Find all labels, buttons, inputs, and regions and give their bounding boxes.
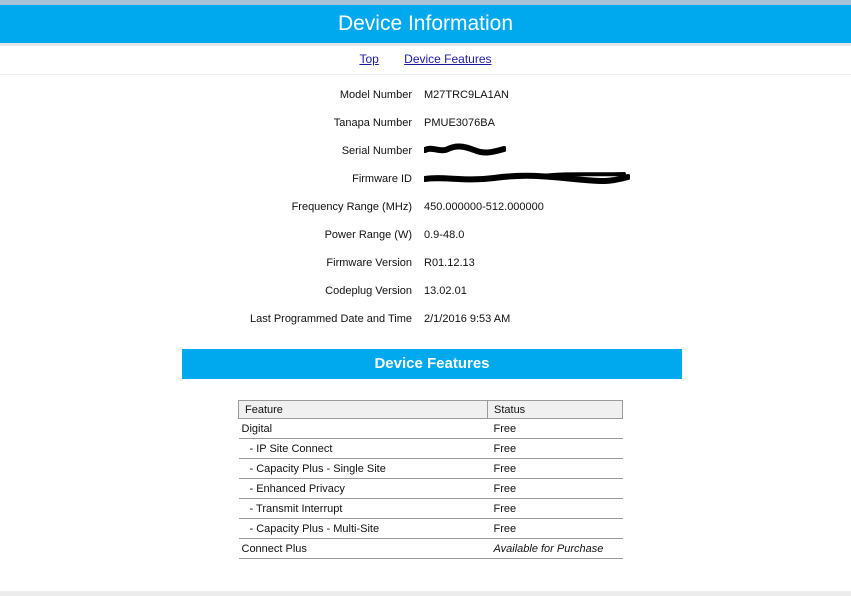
status-cell: Free bbox=[487, 418, 623, 439]
redaction-scribble bbox=[424, 172, 630, 185]
page-title: Device Information bbox=[0, 5, 851, 43]
table-row: - Transmit Interrupt Free bbox=[238, 498, 623, 519]
status-cell: Free bbox=[487, 518, 623, 539]
feature-cell: - Capacity Plus - Single Site bbox=[238, 458, 488, 479]
table-row: - IP Site Connect Free bbox=[238, 438, 623, 459]
firmware-version-value: R01.12.13 bbox=[424, 257, 475, 269]
feature-cell: Connect Plus bbox=[238, 538, 488, 559]
table-header-row: Feature Status bbox=[238, 400, 623, 419]
firmware-version-label: Firmware Version bbox=[326, 257, 412, 269]
feature-cell: - IP Site Connect bbox=[238, 438, 488, 459]
table-row: Connect Plus Available for Purchase bbox=[238, 538, 623, 559]
firmware-id-value bbox=[424, 172, 630, 185]
serial-number-value bbox=[424, 143, 506, 157]
power-range-value: 0.9-48.0 bbox=[424, 229, 465, 241]
table-row: - Enhanced Privacy Free bbox=[238, 478, 623, 499]
features-table: Feature Status Digital Free - IP Site Co… bbox=[238, 400, 623, 559]
feature-cell: - Capacity Plus - Multi-Site bbox=[238, 518, 488, 539]
codeplug-version-value: 13.02.01 bbox=[424, 285, 467, 297]
feature-cell: Digital bbox=[238, 418, 488, 439]
model-number-value: M27TRC9LA1AN bbox=[424, 89, 509, 101]
page-bottom-divider bbox=[0, 591, 851, 596]
feature-cell: - Enhanced Privacy bbox=[238, 478, 488, 499]
device-features-heading: Device Features bbox=[182, 349, 682, 379]
status-cell: Available for Purchase bbox=[487, 538, 623, 559]
last-programmed-value: 2/1/2016 9:53 AM bbox=[424, 313, 511, 325]
header-divider bbox=[0, 43, 851, 46]
tanapa-number-value: PMUE3076BA bbox=[424, 117, 495, 129]
info-row-codeplug-version: Codeplug Version 13.02.01 bbox=[0, 285, 851, 301]
status-column-header: Status bbox=[487, 400, 623, 419]
table-row: Digital Free bbox=[238, 418, 623, 439]
device-features-link[interactable]: Device Features bbox=[404, 52, 491, 66]
nav-divider bbox=[0, 74, 851, 75]
feature-cell: - Transmit Interrupt bbox=[238, 498, 488, 519]
top-link[interactable]: Top bbox=[359, 52, 378, 66]
info-row-tanapa-number: Tanapa Number PMUE3076BA bbox=[0, 117, 851, 133]
frequency-range-label: Frequency Range (MHz) bbox=[291, 201, 412, 213]
info-row-firmware-version: Firmware Version R01.12.13 bbox=[0, 257, 851, 273]
feature-column-header: Feature bbox=[238, 400, 488, 419]
table-row: - Capacity Plus - Single Site Free bbox=[238, 458, 623, 479]
tanapa-number-label: Tanapa Number bbox=[333, 117, 412, 129]
info-row-serial-number: Serial Number bbox=[0, 143, 851, 161]
device-information-page: Device Information Top Device Features M… bbox=[0, 0, 851, 596]
info-row-firmware-id: Firmware ID bbox=[0, 172, 851, 189]
codeplug-version-label: Codeplug Version bbox=[325, 285, 412, 297]
info-row-last-programmed: Last Programmed Date and Time 2/1/2016 9… bbox=[0, 313, 851, 329]
redaction-scribble bbox=[424, 143, 506, 157]
serial-number-label: Serial Number bbox=[341, 145, 412, 157]
status-cell: Free bbox=[487, 438, 623, 459]
last-programmed-label: Last Programmed Date and Time bbox=[249, 313, 412, 325]
model-number-label: Model Number bbox=[339, 89, 412, 101]
status-cell: Free bbox=[487, 458, 623, 479]
info-row-model-number: Model Number M27TRC9LA1AN bbox=[0, 89, 851, 105]
status-cell: Free bbox=[487, 478, 623, 499]
status-cell: Free bbox=[487, 498, 623, 519]
frequency-range-value: 450.000000-512.000000 bbox=[424, 201, 544, 213]
info-row-frequency-range: Frequency Range (MHz) 450.000000-512.000… bbox=[0, 201, 851, 217]
table-row: - Capacity Plus - Multi-Site Free bbox=[238, 518, 623, 539]
power-range-label: Power Range (W) bbox=[324, 229, 412, 241]
firmware-id-label: Firmware ID bbox=[352, 173, 412, 185]
nav-links: Top Device Features bbox=[0, 52, 851, 66]
info-row-power-range: Power Range (W) 0.9-48.0 bbox=[0, 229, 851, 245]
